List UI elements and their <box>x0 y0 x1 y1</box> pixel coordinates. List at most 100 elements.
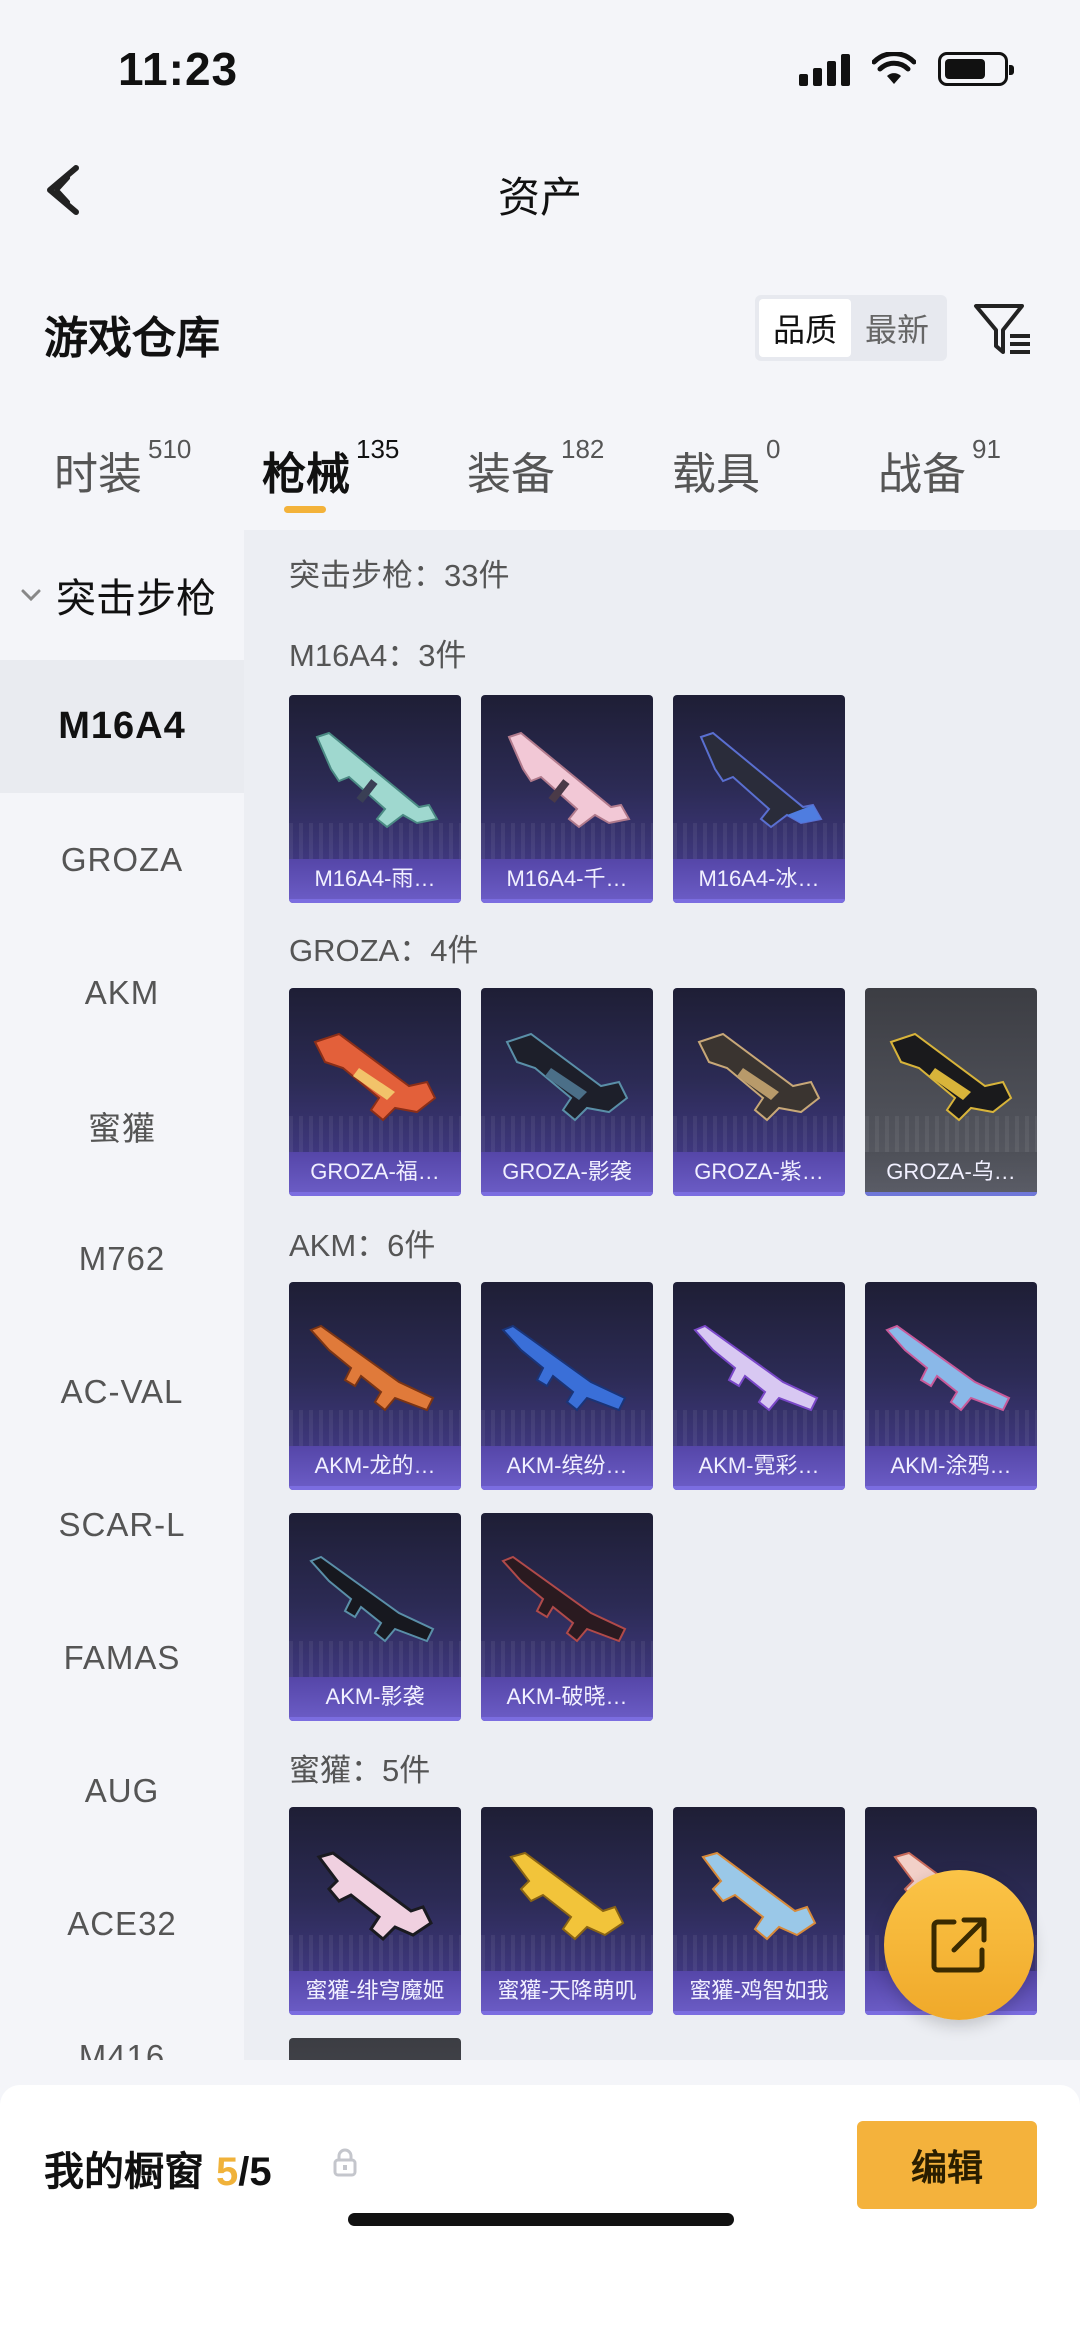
status-bar: 11:23 <box>0 0 1080 140</box>
showcase-label: 我的橱窗 5/5 <box>44 2139 272 2197</box>
wifi-icon <box>872 52 916 84</box>
weapon-card[interactable]: AKM-涂鸦… <box>865 1282 1037 1490</box>
sort-quality[interactable]: 品质 <box>759 299 851 357</box>
weapon-sidebar: 突击步枪 M16A4 GROZA AKM 蜜獾 M762 AC-VAL SCAR… <box>0 530 244 2060</box>
weapon-card-name: GROZA-紫… <box>673 1152 845 1196</box>
tab-count: 0 <box>766 434 781 464</box>
tab-label: 枪械 <box>262 450 350 499</box>
weapon-card-name: AKM-破晓… <box>481 1677 653 1721</box>
edit-button[interactable]: 编辑 <box>857 2121 1037 2209</box>
tab-supplies[interactable]: 战备 91 <box>878 434 1001 502</box>
weapon-card[interactable]: AKM-影袭 <box>289 1513 461 1721</box>
rifle-icon <box>309 1555 435 1643</box>
rifle-icon <box>885 1324 1011 1412</box>
group-title: M16A4：3件 <box>289 638 467 673</box>
tab-fashion[interactable]: 时装 510 <box>54 434 191 502</box>
sort-toggle: 品质 最新 <box>755 295 947 361</box>
weapon-card[interactable]: AKM-霓彩… <box>673 1282 845 1490</box>
signal-icon <box>799 52 850 86</box>
sidebar-category[interactable]: 突击步枪 <box>0 530 244 660</box>
rifle-icon <box>701 1851 817 1941</box>
chevron-down-icon <box>21 589 41 602</box>
sidebar-item-m762[interactable]: M762 <box>0 1192 244 1325</box>
weapon-card[interactable]: 蜜獾-鸡智如我 <box>673 1807 845 2015</box>
weapon-card-name: 蜜獾-天降萌叽 <box>481 1971 653 2015</box>
rifle-icon <box>501 1555 627 1643</box>
weapon-card-name: AKM-缤纷… <box>481 1446 653 1490</box>
weapon-card[interactable]: M16A4-雨… <box>289 695 461 903</box>
rifle-icon <box>507 731 631 829</box>
weapon-card[interactable]: GROZA-影袭 <box>481 988 653 1196</box>
rifle-icon <box>693 1324 819 1412</box>
rifle-icon <box>309 1324 435 1412</box>
sidebar-item-honey-badger[interactable]: 蜜獾 <box>0 1059 244 1192</box>
weapon-card[interactable]: GROZA-乌… <box>865 988 1037 1196</box>
rifle-icon <box>501 1324 627 1412</box>
tab-label: 载具 <box>672 450 760 499</box>
rifle-icon <box>509 1851 625 1941</box>
weapon-card[interactable]: GROZA-福… <box>289 988 461 1196</box>
category-tabs: 时装 510 枪械 135 装备 182 载具 0 战备 91 <box>0 420 1080 530</box>
tab-count: 510 <box>148 434 192 464</box>
weapon-card-name: GROZA-乌… <box>865 1152 1037 1196</box>
tab-count: 135 <box>356 434 400 464</box>
sort-latest[interactable]: 最新 <box>851 299 943 357</box>
warehouse-section: 游戏仓库 品质 最新 <box>0 280 1080 380</box>
tab-equipment[interactable]: 装备 182 <box>467 434 604 502</box>
tab-vehicles[interactable]: 载具 0 <box>672 434 780 502</box>
tab-count: 182 <box>561 434 605 464</box>
weapon-card-name: M16A4-雨… <box>289 859 461 903</box>
active-tab-indicator <box>284 506 326 513</box>
tab-count: 91 <box>972 434 1001 464</box>
weapon-card[interactable]: AKM-缤纷… <box>481 1282 653 1490</box>
section-title: 游戏仓库 <box>44 314 220 363</box>
showcase-bar: 我的橱窗 5/5 编辑 <box>0 2085 1080 2337</box>
showcase-title: 我的橱窗 <box>44 2150 204 2194</box>
weapon-card-name: 蜜獾-鸡智如我 <box>673 1971 845 2015</box>
sidebar-item-scar-l[interactable]: SCAR-L <box>0 1458 244 1591</box>
sidebar-item-akm[interactable]: AKM <box>0 926 244 1059</box>
header: 资产 <box>0 140 1080 240</box>
rifle-icon <box>315 731 439 829</box>
sidebar-category-label: 突击步枪 <box>56 577 216 621</box>
sidebar-item-groza[interactable]: GROZA <box>0 793 244 926</box>
weapon-card[interactable]: GROZA-紫… <box>673 988 845 1196</box>
weapon-card[interactable]: 蜜獾-绯穹魔姬 <box>289 1807 461 2015</box>
weapon-card-name: GROZA-影袭 <box>481 1152 653 1196</box>
status-time: 11:23 <box>118 43 239 95</box>
category-total: 突击步枪：33件 <box>289 558 510 593</box>
home-indicator[interactable] <box>348 2213 734 2226</box>
sidebar-item-aug[interactable]: AUG <box>0 1724 244 1857</box>
weapon-card[interactable]: AKM-破晓… <box>481 1513 653 1721</box>
tab-label: 装备 <box>467 450 555 499</box>
tab-label: 时装 <box>54 450 142 499</box>
sidebar-item-m16a4[interactable]: M16A4 <box>0 660 244 793</box>
weapon-grid: 突击步枪：33件 M16A4：3件 M16A4-雨… M16A4-千… M16A… <box>244 530 1080 2060</box>
weapon-card[interactable]: AKM-龙的… <box>289 1282 461 1490</box>
share-button[interactable] <box>884 1870 1034 2020</box>
rifle-icon <box>699 731 823 829</box>
sidebar-item-m416[interactable]: M416 <box>0 1990 244 2061</box>
weapon-card-name: AKM-涂鸦… <box>865 1446 1037 1490</box>
weapon-card-name: M16A4-千… <box>481 859 653 903</box>
weapon-card[interactable]: M16A4-冰… <box>673 695 845 903</box>
page-title: 资产 <box>497 174 582 221</box>
sidebar-item-famas[interactable]: FAMAS <box>0 1591 244 1724</box>
battery-icon <box>938 52 1014 86</box>
filter-icon[interactable] <box>972 300 1034 360</box>
tab-weapons[interactable]: 枪械 135 <box>262 434 399 502</box>
rifle-icon <box>313 1032 437 1122</box>
weapon-card[interactable]: M16A4-千… <box>481 695 653 903</box>
weapon-card-name: AKM-龙的… <box>289 1446 461 1490</box>
weapon-card-name: M16A4-冰… <box>673 859 845 903</box>
showcase-count-total: /5 <box>238 2150 272 2194</box>
weapon-card[interactable] <box>289 2038 461 2060</box>
sidebar-item-ace32[interactable]: ACE32 <box>0 1857 244 1990</box>
lock-icon <box>333 2148 357 2177</box>
share-icon <box>931 1917 987 1973</box>
showcase-count-current: 5 <box>216 2150 239 2194</box>
rifle-icon <box>316 1851 433 1942</box>
sidebar-item-ac-val[interactable]: AC-VAL <box>0 1325 244 1458</box>
group-title: 蜜獾：5件 <box>289 1753 431 1788</box>
weapon-card[interactable]: 蜜獾-天降萌叽 <box>481 1807 653 2015</box>
